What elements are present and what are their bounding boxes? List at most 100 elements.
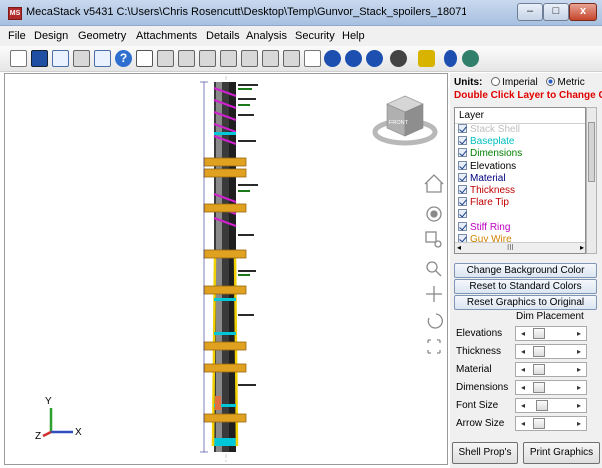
layer-item[interactable]: Elevations xyxy=(455,160,585,173)
layer-checkbox[interactable] xyxy=(458,184,467,194)
menu-analysis[interactable]: Analysis xyxy=(246,30,287,42)
dim-slider-label: Elevations xyxy=(456,328,503,339)
new-document-icon[interactable] xyxy=(10,50,27,67)
layer-item[interactable] xyxy=(455,209,585,221)
orbit-icon[interactable] xyxy=(426,206,442,222)
zoom-icon[interactable] xyxy=(426,261,442,277)
layer-item[interactable]: Flare Tip xyxy=(455,197,585,209)
tool-ball-1-icon[interactable] xyxy=(324,50,341,67)
tool-ball-2-icon[interactable] xyxy=(345,50,362,67)
maximize-button[interactable]: □ xyxy=(543,3,569,21)
menu-security[interactable]: Security xyxy=(295,30,335,42)
box-view-2-icon[interactable] xyxy=(178,50,195,67)
reset-standard-colors-button[interactable]: Reset to Standard Colors xyxy=(454,279,597,294)
save-icon[interactable] xyxy=(31,50,48,67)
print-preview-icon[interactable] xyxy=(52,50,69,67)
slider-left-icon[interactable]: ◂ xyxy=(516,327,530,340)
box-view-5-icon[interactable] xyxy=(241,50,258,67)
layer-item[interactable]: Stack Shell xyxy=(455,124,585,136)
layer-checkbox[interactable] xyxy=(458,221,467,231)
layer-checkbox[interactable] xyxy=(458,148,467,158)
box-view-1-icon[interactable] xyxy=(157,50,174,67)
slider-right-icon[interactable]: ▸ xyxy=(572,417,586,430)
graphics-viewport[interactable]: FRONT Y X Z xyxy=(4,73,448,465)
axis-y-label: Y xyxy=(45,396,52,407)
imperial-radio[interactable] xyxy=(491,77,501,86)
dim-slider[interactable]: ◂ ▸ xyxy=(515,380,587,395)
menu-geometry[interactable]: Geometry xyxy=(78,30,126,42)
print-icon[interactable] xyxy=(94,50,111,67)
slider-left-icon[interactable]: ◂ xyxy=(516,381,530,394)
reset-graphics-button[interactable]: Reset Graphics to Original xyxy=(454,295,597,310)
layer-item[interactable]: Material xyxy=(455,172,585,185)
undo-view-icon[interactable] xyxy=(427,313,443,329)
home-icon[interactable] xyxy=(424,174,444,193)
box-view-4-icon[interactable] xyxy=(220,50,237,67)
layer-checkbox[interactable] xyxy=(458,124,467,133)
dim-slider[interactable]: ◂ ▸ xyxy=(515,416,587,431)
box-view-6-icon[interactable] xyxy=(262,50,279,67)
color-drop-icon[interactable] xyxy=(462,50,479,67)
menu-details[interactable]: Details xyxy=(206,30,240,42)
layer-list-vscrollbar[interactable] xyxy=(586,107,597,254)
edit-icon[interactable] xyxy=(73,50,90,67)
dim-slider-label: Thickness xyxy=(456,346,502,357)
slider-right-icon[interactable]: ▸ xyxy=(572,363,586,376)
close-button[interactable]: x xyxy=(569,3,597,21)
slider-right-icon[interactable]: ▸ xyxy=(572,399,586,412)
slider-thumb[interactable] xyxy=(536,400,548,411)
layer-list-hscrollbar[interactable]: ◂ III ▸ xyxy=(455,242,585,253)
dim-slider[interactable]: ◂ ▸ xyxy=(515,398,587,413)
dim-slider[interactable]: ◂ ▸ xyxy=(515,344,587,359)
slider-right-icon[interactable]: ▸ xyxy=(572,345,586,358)
scroll-grip[interactable]: III xyxy=(507,243,514,252)
help-icon[interactable]: ? xyxy=(115,50,132,67)
box-view-7-icon[interactable] xyxy=(283,50,300,67)
pan-icon[interactable] xyxy=(426,286,442,302)
slider-left-icon[interactable]: ◂ xyxy=(516,345,530,358)
layer-checkbox[interactable] xyxy=(458,160,467,170)
table-icon[interactable] xyxy=(304,50,321,67)
zoom-window-icon[interactable] xyxy=(425,231,442,248)
dim-slider[interactable]: ◂ ▸ xyxy=(515,362,587,377)
paint-icon[interactable] xyxy=(418,50,435,67)
layer-checkbox[interactable] xyxy=(458,197,467,207)
fit-icon[interactable] xyxy=(427,339,441,354)
minimize-button[interactable]: – xyxy=(517,3,543,21)
slider-thumb[interactable] xyxy=(533,418,545,429)
slider-thumb[interactable] xyxy=(533,346,545,357)
link-icon[interactable] xyxy=(444,50,457,67)
menu-help[interactable]: Help xyxy=(342,30,365,42)
layer-checkbox[interactable] xyxy=(458,136,467,146)
slider-thumb[interactable] xyxy=(533,382,545,393)
layer-list[interactable]: Layer Stack Shell Baseplate Dimensions Elev… xyxy=(454,107,586,254)
layer-checkbox[interactable] xyxy=(458,209,467,219)
cylinder-icon[interactable] xyxy=(390,50,407,67)
slider-left-icon[interactable]: ◂ xyxy=(516,417,530,430)
dim-slider[interactable]: ◂ ▸ xyxy=(515,326,587,341)
slider-right-icon[interactable]: ▸ xyxy=(572,327,586,340)
menu-design[interactable]: Design xyxy=(34,30,68,42)
metric-radio[interactable] xyxy=(546,77,556,86)
slider-thumb[interactable] xyxy=(533,364,545,375)
slider-thumb[interactable] xyxy=(533,328,545,339)
slider-right-icon[interactable]: ▸ xyxy=(572,381,586,394)
layer-checkbox[interactable] xyxy=(458,172,467,182)
menu-file[interactable]: File xyxy=(8,30,26,42)
layer-item[interactable]: Baseplate xyxy=(455,136,585,148)
vscroll-thumb[interactable] xyxy=(588,122,595,182)
box-view-3-icon[interactable] xyxy=(199,50,216,67)
slider-left-icon[interactable]: ◂ xyxy=(516,399,530,412)
shell-props-button[interactable]: Shell Prop's xyxy=(452,442,518,464)
mail-icon[interactable] xyxy=(136,50,153,67)
change-background-color-button[interactable]: Change Background Color xyxy=(454,263,597,278)
layer-item[interactable]: Thickness xyxy=(455,184,585,197)
print-graphics-button[interactable]: Print Graphics xyxy=(523,442,600,464)
menu-attachments[interactable]: Attachments xyxy=(136,30,197,42)
tool-ball-3-icon[interactable] xyxy=(366,50,383,67)
slider-left-icon[interactable]: ◂ xyxy=(516,363,530,376)
layer-item[interactable]: Stiff Ring xyxy=(455,221,585,234)
scroll-left-icon[interactable]: ◂ xyxy=(457,243,461,252)
layer-item[interactable]: Dimensions xyxy=(455,148,585,160)
scroll-right-icon[interactable]: ▸ xyxy=(580,243,584,252)
